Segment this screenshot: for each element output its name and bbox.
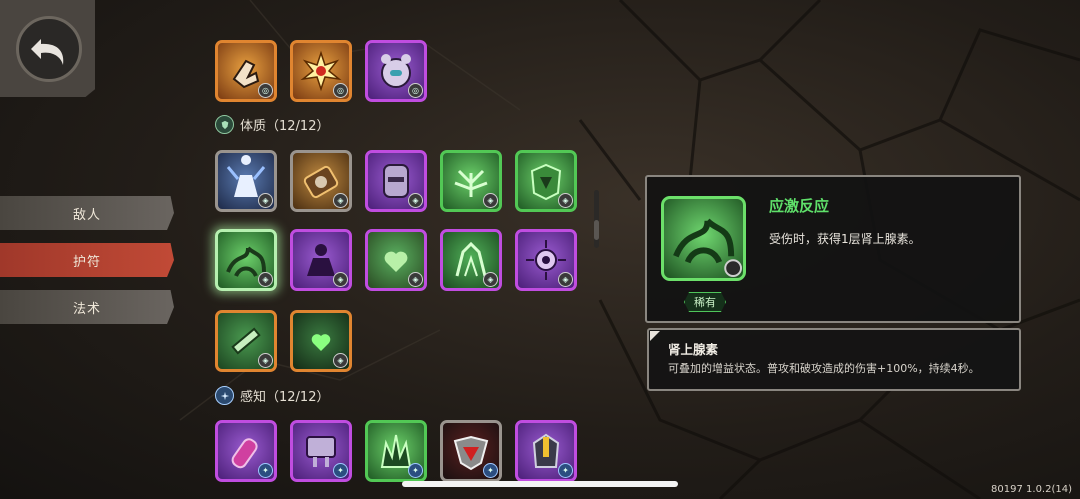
- tab-spells-label: 法术: [72, 301, 101, 317]
- sparkle-icon: [215, 386, 234, 405]
- swirl-badge-icon: ◎: [333, 83, 348, 98]
- sparkle-badge-icon: ✦: [483, 463, 498, 478]
- effect-description: 可叠加的增益状态。普攻和破攻造成的伤害+100%，持续4秒。: [668, 362, 980, 375]
- detail-charm-icon: [661, 196, 746, 281]
- shield-badge-icon: ◈: [483, 272, 498, 287]
- shield-badge-icon: ◈: [333, 272, 348, 287]
- shield-badge-icon: ◈: [558, 272, 573, 287]
- version-label: 80197 1.0.2(14): [991, 484, 1072, 495]
- shield-badge-icon: ◈: [333, 353, 348, 368]
- sparkle-badge-icon: ✦: [258, 463, 273, 478]
- shield-badge-icon: ◈: [333, 193, 348, 208]
- charm-icon-spiked-shield[interactable]: ◈: [290, 150, 352, 212]
- charm-icon-syringe[interactable]: ◈: [215, 310, 277, 372]
- shield-badge-icon: ◈: [258, 272, 273, 287]
- section-perception-label: 感知（12/12）: [240, 390, 330, 405]
- sparkle-badge-icon: ✦: [558, 463, 573, 478]
- shield-badge-icon: ◈: [258, 353, 273, 368]
- charm-icon-device[interactable]: ✦: [290, 420, 352, 482]
- tab-charms-label: 护符: [72, 254, 101, 270]
- sparkle-badge-icon: ✦: [333, 463, 348, 478]
- undo-arrow-icon: [31, 39, 64, 65]
- charm-icon-fist[interactable]: ◎: [215, 40, 277, 102]
- section-perception-header: 感知（12/12）: [215, 386, 329, 405]
- shield-badge-icon: ◈: [408, 272, 423, 287]
- charm-icon-bomb-bear[interactable]: ◎: [365, 40, 427, 102]
- section-constitution-header: 体质（12/12）: [215, 115, 329, 134]
- effect-title: 肾上腺素: [668, 342, 719, 357]
- shield-badge-icon: ◈: [408, 193, 423, 208]
- shield-badge-icon: ◈: [258, 193, 273, 208]
- section-constitution-label: 体质（12/12）: [240, 119, 330, 134]
- shield-icon: [215, 115, 234, 134]
- rarity-badge: 稀有: [684, 292, 726, 312]
- charm-list-scroll-thumb[interactable]: [594, 220, 599, 240]
- detail-description: 受伤时，获得1层肾上腺素。: [769, 232, 921, 246]
- charm-icon-arch[interactable]: ◈: [440, 229, 502, 291]
- charm-icon-golden-helm[interactable]: ✦: [515, 420, 577, 482]
- swirl-badge-icon: ◎: [408, 83, 423, 98]
- back-button[interactable]: [16, 16, 82, 82]
- shield-badge-icon: ◈: [483, 193, 498, 208]
- charm-icon-crown-spikes[interactable]: ✦: [365, 420, 427, 482]
- sparkle-badge-icon: ✦: [408, 463, 423, 478]
- charm-icon-brute[interactable]: ◈: [290, 229, 352, 291]
- panel-corner-marker: [650, 331, 660, 341]
- charm-icon-virus-eye[interactable]: ◈: [515, 229, 577, 291]
- charm-icon-stress-response[interactable]: ◈: [215, 229, 277, 291]
- tab-spells[interactable]: 法术: [0, 290, 174, 324]
- charm-icon-red-mask[interactable]: ✦: [440, 420, 502, 482]
- home-indicator[interactable]: [402, 481, 678, 487]
- detail-title: 应激反应: [769, 197, 830, 215]
- swirl-badge-icon: ◎: [258, 83, 273, 98]
- charm-icon-aura-figure[interactable]: ◈: [215, 150, 277, 212]
- charm-icon-heart-pulse[interactable]: ◈: [365, 229, 427, 291]
- charm-icon-armor[interactable]: ◈: [515, 150, 577, 212]
- charm-icon-helmet[interactable]: ◈: [365, 150, 427, 212]
- shield-badge-icon: ◈: [558, 193, 573, 208]
- tab-charms[interactable]: 护符: [0, 243, 174, 277]
- tab-enemies-label: 敌人: [72, 207, 101, 223]
- charm-icon-heart-portal[interactable]: ◈: [290, 310, 352, 372]
- charm-icon-explosion[interactable]: ◎: [290, 40, 352, 102]
- tab-enemies[interactable]: 敌人: [0, 196, 174, 230]
- charm-icon-sprout[interactable]: ◈: [440, 150, 502, 212]
- charm-icon-vial[interactable]: ✦: [215, 420, 277, 482]
